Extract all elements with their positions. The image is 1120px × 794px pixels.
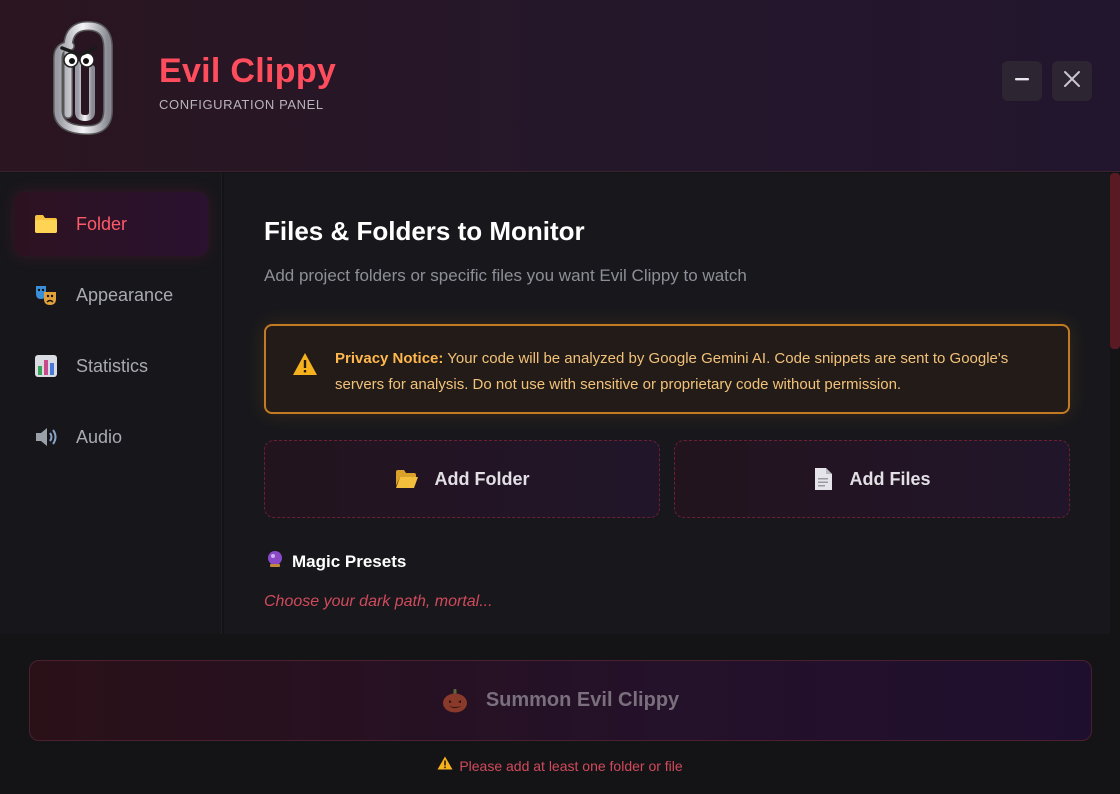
minimize-button[interactable] — [1002, 61, 1042, 101]
privacy-notice-heading: Privacy Notice: — [335, 350, 444, 367]
privacy-notice-text: Privacy Notice: Your code will be analyz… — [335, 346, 1055, 398]
close-button[interactable] — [1052, 61, 1092, 101]
sidebar-item-label: Audio — [76, 426, 123, 447]
add-folder-label: Add Folder — [434, 468, 530, 489]
sidebar-item-statistics[interactable]: Statistics — [14, 334, 208, 398]
theater-masks-icon — [34, 283, 58, 307]
app-subtitle: CONFIGURATION PANEL — [159, 97, 324, 112]
folder-icon — [34, 212, 58, 236]
footer: Summon Evil Clippy Please add at least o… — [0, 634, 1120, 794]
add-files-button[interactable]: Add Files — [674, 440, 1070, 518]
sidebar-item-audio[interactable]: Audio — [14, 405, 208, 469]
app-title: Evil Clippy — [159, 52, 337, 90]
magic-presets-subtitle: Choose your dark path, mortal... — [264, 593, 493, 610]
sidebar-item-appearance[interactable]: Appearance — [14, 263, 208, 327]
privacy-notice: Privacy Notice: Your code will be analyz… — [264, 324, 1070, 414]
warning-icon — [437, 756, 453, 775]
bar-chart-icon — [34, 354, 58, 378]
page-title: Files & Folders to Monitor — [264, 216, 585, 246]
sidebar-item-label: Statistics — [76, 355, 149, 376]
validation-hint-text: Please add at least one folder or file — [459, 757, 683, 774]
warning-icon — [292, 352, 318, 381]
scrollbar-thumb[interactable] — [1110, 173, 1120, 349]
evil-paperclip-icon — [40, 18, 120, 138]
add-files-label: Add Files — [849, 468, 931, 489]
pumpkin-icon — [442, 688, 468, 713]
magic-presets-header: Magic Presets — [266, 550, 406, 573]
crystal-ball-icon — [266, 550, 284, 573]
speaker-icon — [34, 425, 58, 449]
close-icon — [1063, 70, 1081, 93]
summon-label: Summon Evil Clippy — [485, 689, 680, 711]
sidebar: Folder Appearance Statistics Audio — [0, 173, 222, 634]
validation-hint: Please add at least one folder or file — [0, 756, 1120, 775]
magic-presets-heading: Magic Presets — [292, 551, 407, 571]
page-description: Add project folders or specific files yo… — [264, 266, 747, 285]
summon-button[interactable]: Summon Evil Clippy — [29, 660, 1092, 741]
sidebar-item-folder[interactable]: Folder — [14, 192, 208, 256]
sidebar-item-label: Folder — [76, 213, 128, 234]
app-header: Evil Clippy CONFIGURATION PANEL — [0, 0, 1120, 172]
minimize-icon — [1014, 71, 1030, 92]
sidebar-item-label: Appearance — [76, 284, 174, 305]
add-folder-button[interactable]: Add Folder — [264, 440, 660, 518]
document-icon — [813, 467, 833, 491]
main-content: Files & Folders to Monitor Add project f… — [224, 173, 1110, 634]
open-folder-icon — [395, 469, 419, 489]
